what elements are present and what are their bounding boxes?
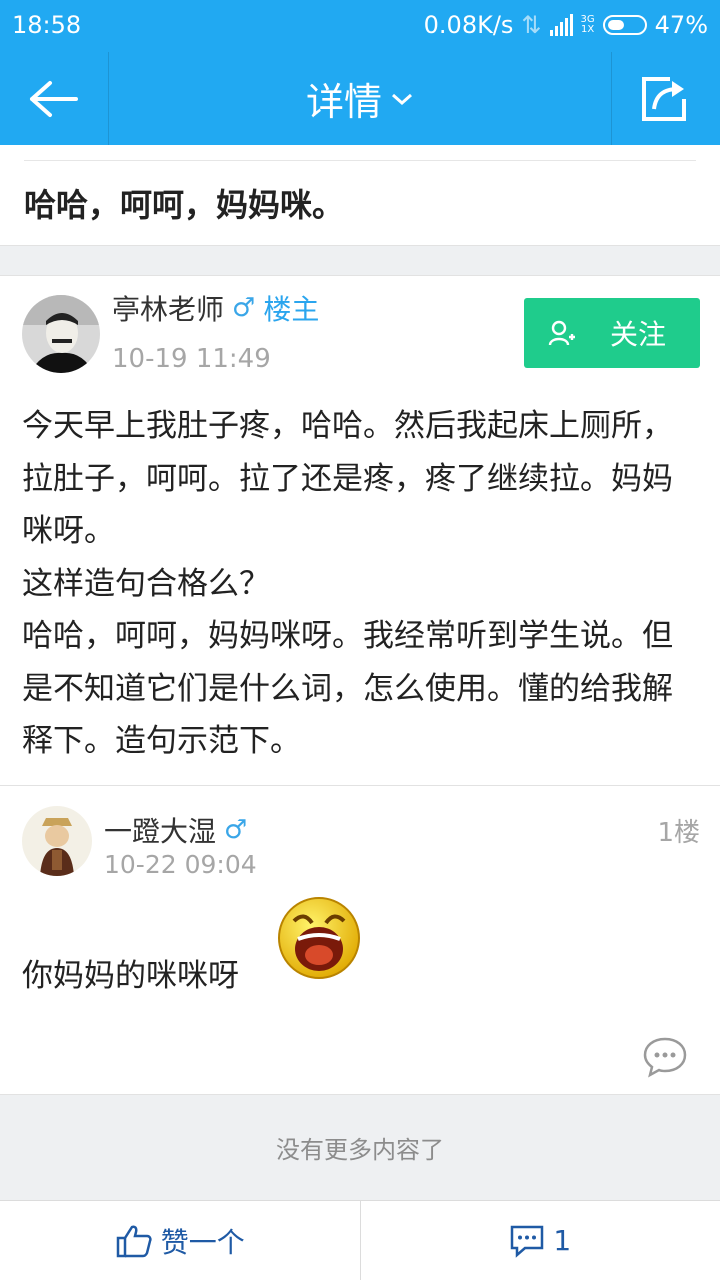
- comment-icon[interactable]: [642, 1036, 688, 1078]
- post-body: 今天早上我肚子疼，哈哈。然后我起床上厕所，拉肚子，呵呵。拉了还是疼，疼了继续拉。…: [22, 400, 698, 768]
- post-paragraph: 这样造句合格么？: [22, 565, 270, 602]
- reply-time: 10-22 09:04: [104, 850, 257, 879]
- reply-text: 你妈妈的咪咪呀: [22, 958, 239, 994]
- post-time: 10-19 11:49: [112, 344, 271, 374]
- comment-icon: [511, 1225, 544, 1258]
- no-more-content: 没有更多内容了: [0, 1094, 720, 1200]
- post-paragraph: 哈哈，呵呵，妈妈咪呀。我经常听到学生说。但是不知道它们是什么词，怎么使用。懂的给…: [22, 618, 673, 759]
- network-type: 3G 1X: [580, 14, 595, 35]
- floor-number: 1楼: [657, 818, 700, 848]
- battery-percent: 47%: [654, 11, 708, 39]
- like-label: 赞一个: [160, 1225, 245, 1259]
- avatar[interactable]: [22, 806, 92, 876]
- bottom-bar: 赞一个 1: [0, 1200, 720, 1280]
- like-button[interactable]: 赞一个: [0, 1201, 360, 1280]
- app-bar: 详情: [0, 52, 720, 145]
- author-line: 亭林老师 ♂ 楼主: [112, 288, 319, 328]
- follow-button[interactable]: 关注: [524, 298, 700, 368]
- male-icon: ♂: [224, 815, 248, 845]
- page-title[interactable]: 详情: [306, 71, 382, 126]
- share-button[interactable]: [611, 52, 720, 145]
- arrow-left-icon: [30, 80, 78, 117]
- post-title: 哈哈，呵呵，妈妈咪。: [24, 186, 345, 224]
- divider: [24, 160, 696, 161]
- share-icon: [642, 76, 686, 121]
- reply-author-name[interactable]: 一蹬大湿: [104, 810, 216, 850]
- thumbs-up-icon: [116, 1225, 152, 1257]
- post-paragraph: 今天早上我肚子疼，哈哈。然后我起床上厕所，拉肚子，呵呵。拉了还是疼，疼了继续拉。…: [22, 408, 673, 549]
- follow-label: 关注: [609, 318, 666, 351]
- male-icon: ♂: [232, 293, 256, 323]
- comment-count: 1: [553, 1224, 572, 1257]
- author-name[interactable]: 亭林老师: [112, 288, 224, 328]
- reply-author-line: 一蹬大湿 ♂: [104, 810, 247, 850]
- comment-button[interactable]: 1: [361, 1201, 720, 1280]
- divider: [0, 785, 720, 786]
- status-time: 18:58: [12, 11, 82, 39]
- status-bar: 18:58 0.08K/s ⇅ 3G 1X 47%: [0, 0, 720, 52]
- laughing-face-emoji: [278, 897, 360, 979]
- section-gap: [0, 245, 720, 276]
- avatar[interactable]: [22, 295, 100, 373]
- battery-icon: [602, 15, 647, 35]
- chevron-down-icon[interactable]: [390, 91, 414, 107]
- back-button[interactable]: [0, 52, 109, 145]
- signal-icon: [549, 14, 573, 36]
- owner-badge: 楼主: [263, 293, 320, 326]
- status-indicators: 0.08K/s ⇅ 3G 1X 47%: [424, 11, 708, 39]
- network-speed: 0.08K/s: [423, 11, 514, 39]
- data-transfer-icon: ⇅: [521, 11, 542, 39]
- add-user-icon: [548, 320, 575, 346]
